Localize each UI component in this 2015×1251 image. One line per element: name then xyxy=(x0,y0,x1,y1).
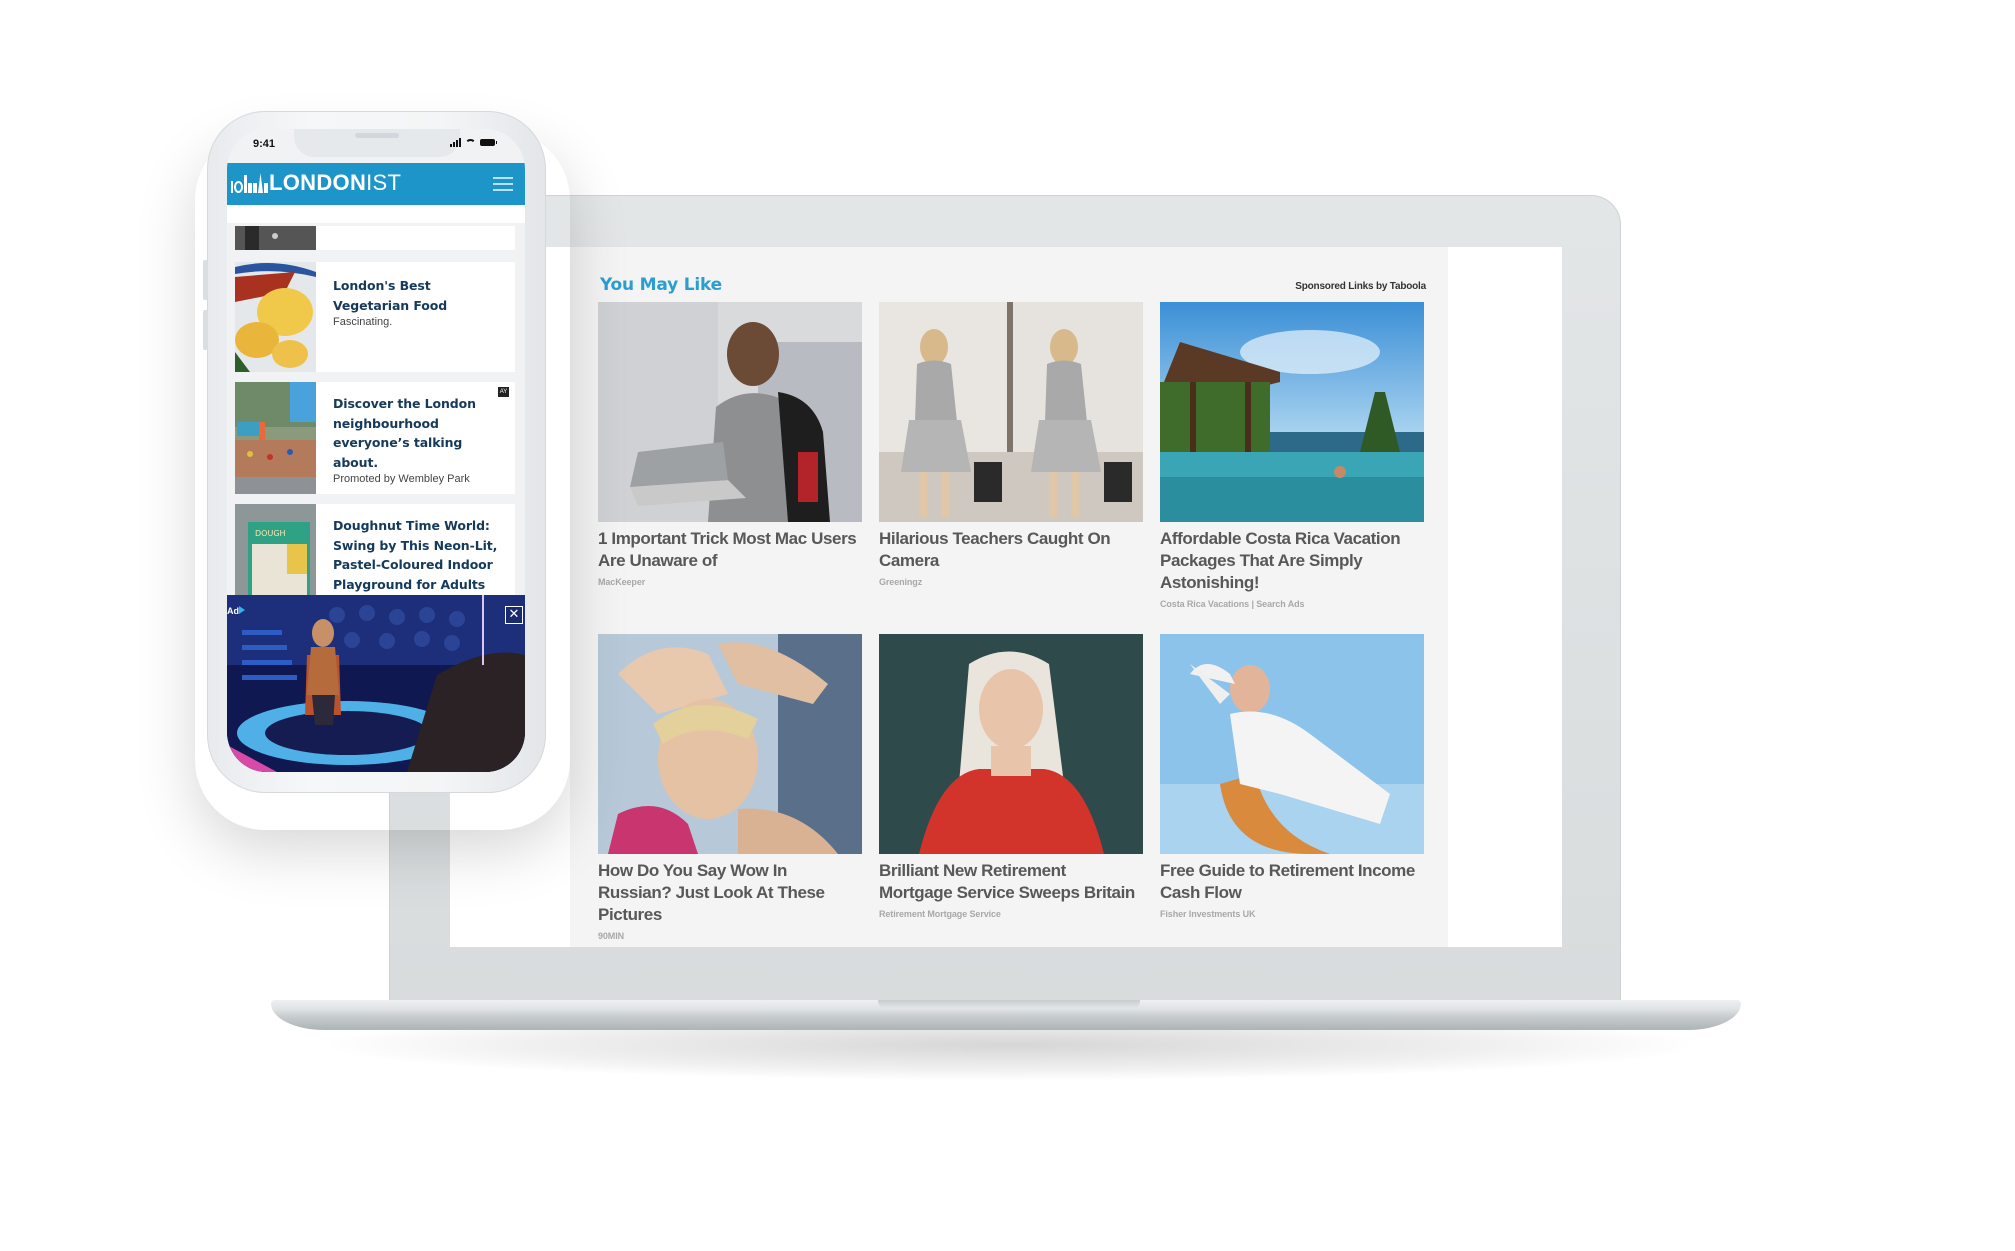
card-headline[interactable]: Brilliant New Retirement Mortgage Servic… xyxy=(879,860,1143,904)
card-source: Retirement Mortgage Service xyxy=(879,909,1001,919)
card-source: Fisher Investments UK xyxy=(1160,909,1256,919)
card-thumbnail[interactable] xyxy=(879,634,1143,854)
battery-icon xyxy=(480,139,497,146)
sponsored-article-item[interactable]: AY Discover the London neighbourhood eve… xyxy=(235,382,515,494)
article-subtitle: Fascinating. xyxy=(333,316,393,328)
phone-volume-button xyxy=(203,310,208,350)
article-list-item[interactable] xyxy=(235,226,515,250)
card-headline[interactable]: Affordable Costa Rica Vacation Packages … xyxy=(1160,528,1424,594)
article-text: Doughnut Time World: Swing by This Neon-… xyxy=(333,516,505,594)
ad-label: Ad xyxy=(227,606,239,616)
speaker-grille xyxy=(355,133,399,138)
card-thumbnail[interactable] xyxy=(1160,634,1424,854)
recommendation-card[interactable]: Free Guide to Retirement Income Cash Flo… xyxy=(1160,634,1424,919)
card-thumbnail[interactable] xyxy=(1160,302,1424,522)
logo-text-light: IST xyxy=(366,170,402,195)
card-headline[interactable]: Hilarious Teachers Caught On Camera xyxy=(879,528,1143,572)
card-thumbnail[interactable] xyxy=(879,302,1143,522)
hamburger-menu-icon[interactable] xyxy=(493,177,513,191)
article-subtitle: Promoted by Wembley Park xyxy=(333,473,470,485)
card-source: Costa Rica Vacations | Search Ads xyxy=(1160,599,1305,609)
card-source: MacKeeper xyxy=(598,577,646,587)
svg-text:DOUGH: DOUGH xyxy=(255,529,286,538)
recommendation-card[interactable]: Affordable Costa Rica Vacation Packages … xyxy=(1160,302,1424,609)
laptop-base-notch xyxy=(878,1000,1140,1009)
skyline-icon xyxy=(231,173,268,193)
card-thumbnail[interactable] xyxy=(598,302,862,522)
card-source: Greeningz xyxy=(879,577,923,587)
wifi-icon xyxy=(465,138,476,147)
logo-text-bold: LONDON xyxy=(269,170,367,195)
status-time: 9:41 xyxy=(253,138,276,150)
article-text: Discover the London neighbourhood everyo… xyxy=(333,394,505,485)
logo-text: LONDONIST xyxy=(269,171,401,195)
card-headline[interactable]: Free Guide to Retirement Income Cash Flo… xyxy=(1160,860,1424,904)
sponsored-links-label[interactable]: Sponsored Links by Taboola xyxy=(1295,281,1426,292)
article-text: London's Best Vegetarian Food Fascinatin… xyxy=(333,276,505,328)
article-title[interactable]: Doughnut Time World: Swing by This Neon-… xyxy=(333,516,505,594)
card-thumbnail[interactable] xyxy=(598,634,862,854)
signal-icon xyxy=(450,138,461,147)
article-title[interactable]: London's Best Vegetarian Food xyxy=(333,276,505,315)
card-headline[interactable]: How Do You Say Wow In Russian? Just Look… xyxy=(598,860,862,926)
phone-notch xyxy=(294,129,460,157)
article-list-item[interactable]: DOUGH Doughnut Time World: Swing by This… xyxy=(235,504,515,604)
article-list-item[interactable]: London's Best Vegetarian Food Fascinatin… xyxy=(235,262,515,372)
recommendation-card[interactable]: Hilarious Teachers Caught On Camera Gree… xyxy=(879,302,1143,587)
status-icons xyxy=(450,138,497,147)
article-thumbnail xyxy=(235,226,316,250)
video-frame[interactable] xyxy=(227,595,525,772)
widget-title: You May Like xyxy=(600,275,722,295)
article-thumbnail: DOUGH xyxy=(235,504,316,604)
subnav-bar xyxy=(227,205,525,223)
phone-volume-button xyxy=(203,260,208,300)
card-source: 90MIN xyxy=(598,931,625,941)
recommendation-card[interactable]: 1 Important Trick Most Mac Users Are Una… xyxy=(598,302,862,587)
londonist-logo[interactable]: LONDONIST xyxy=(231,171,401,195)
phone-screen: 9:41 LONDONIST London's Best Vegetarian … xyxy=(227,129,525,772)
close-icon[interactable]: ✕ xyxy=(505,606,523,624)
article-thumbnail xyxy=(235,382,316,494)
video-ad[interactable]: Ad ✕ xyxy=(227,595,525,772)
recommendation-card[interactable]: How Do You Say Wow In Russian? Just Look… xyxy=(598,634,862,941)
app-header: LONDONIST xyxy=(227,163,525,205)
ad-play-icon[interactable] xyxy=(239,606,245,614)
recommendation-card[interactable]: Brilliant New Retirement Mortgage Servic… xyxy=(879,634,1143,919)
article-title[interactable]: Discover the London neighbourhood everyo… xyxy=(333,394,505,472)
taboola-widget: You May Like Sponsored Links by Taboola … xyxy=(570,247,1448,947)
article-thumbnail xyxy=(235,262,316,372)
card-headline[interactable]: 1 Important Trick Most Mac Users Are Una… xyxy=(598,528,862,572)
